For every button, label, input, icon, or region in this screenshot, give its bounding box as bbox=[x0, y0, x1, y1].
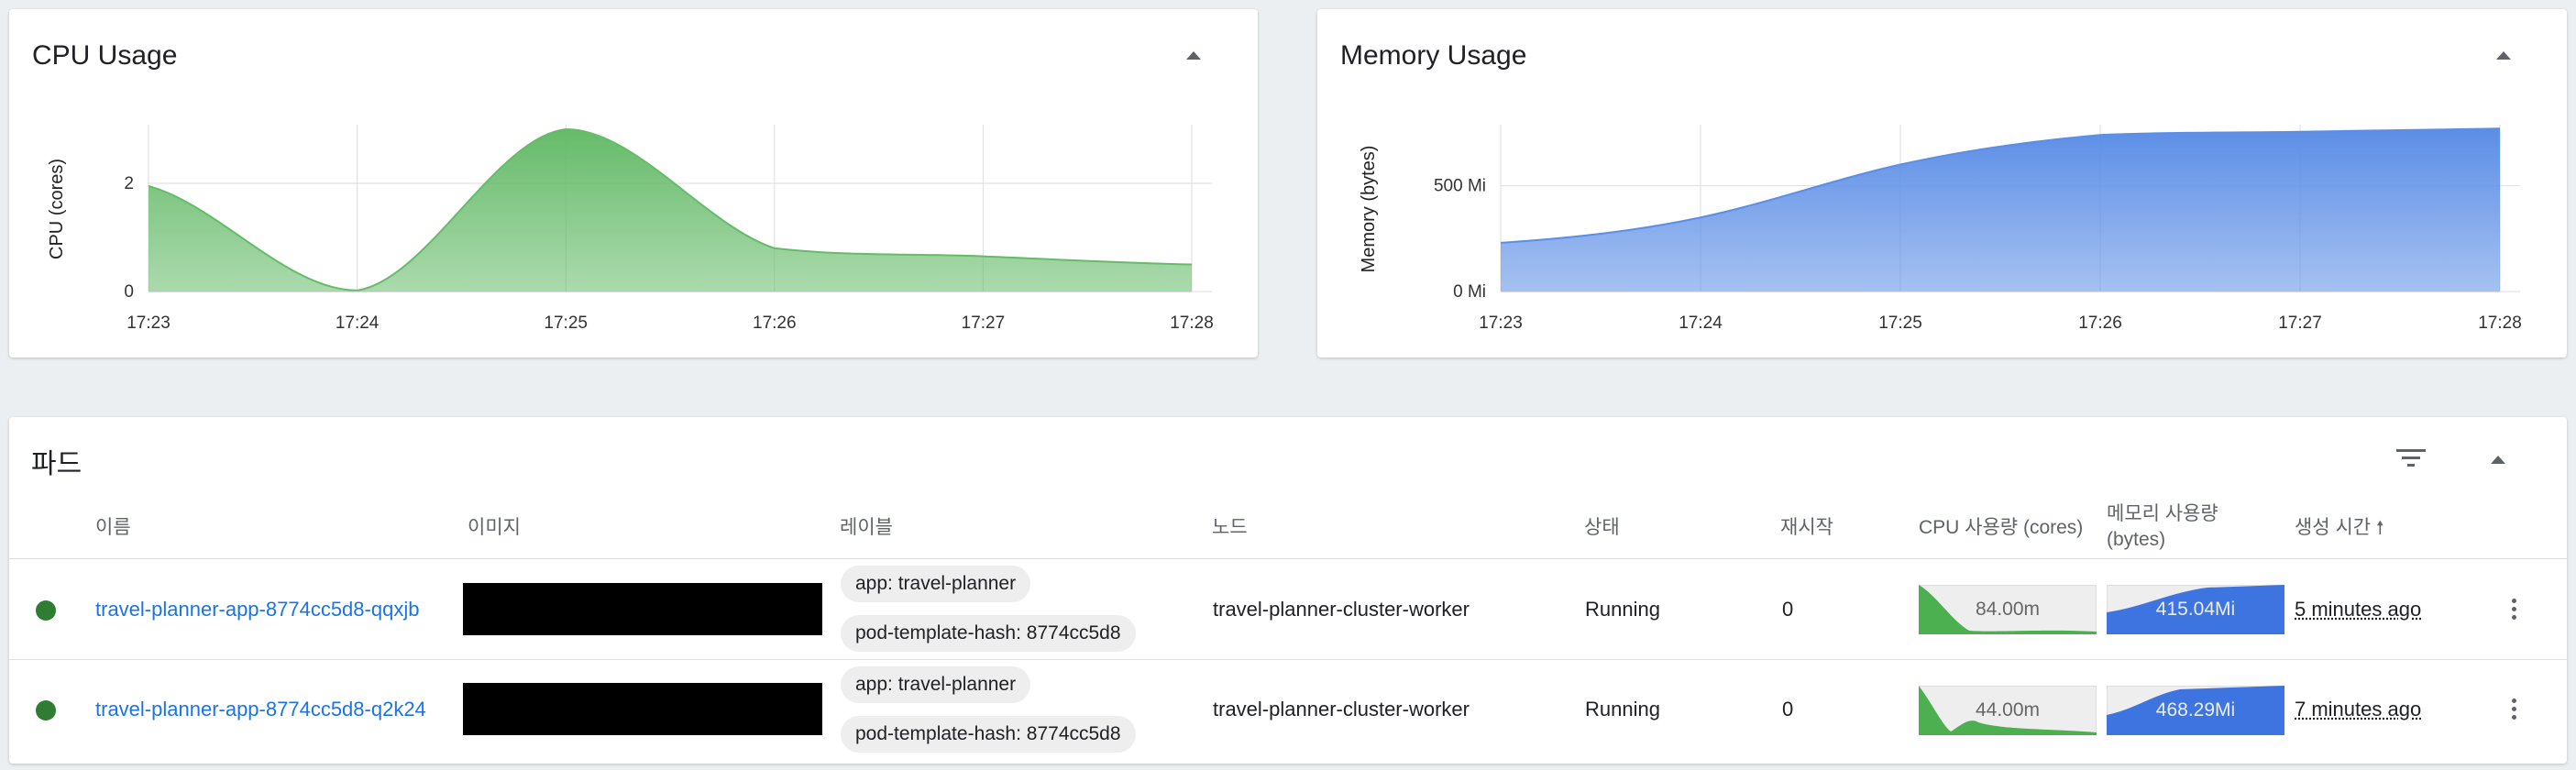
pod-status: Running bbox=[1585, 598, 1660, 621]
y-tick-label: 2 bbox=[124, 174, 134, 193]
cpu-sparkline: 44.00m bbox=[1918, 685, 2097, 736]
more-vert-icon[interactable] bbox=[2512, 599, 2517, 623]
label-chip: app: travel-planner bbox=[841, 566, 1031, 602]
memory-usage-card: Memory Usage 0 Mi 500 Mi 17:23 17:24 17:25 17… bbox=[1317, 9, 2567, 358]
node-name: travel-planner-cluster-worker bbox=[1213, 698, 1470, 720]
column-header-labels[interactable]: 레이블 bbox=[840, 515, 893, 541]
y-axis-label: CPU (cores) bbox=[47, 159, 67, 259]
column-header-created-label: 생성 시간 bbox=[2295, 517, 2372, 538]
column-header-image[interactable]: 이미지 bbox=[468, 515, 521, 541]
row-divider bbox=[9, 659, 2567, 660]
x-tick-label: 17:25 bbox=[544, 314, 588, 333]
pod-name-link[interactable]: travel-planner-app-8774cc5d8-qqxjb bbox=[95, 598, 419, 622]
cpu-usage-card: CPU Usage 0 2 17:23 17:24 17:25 17:26 17:27 17:… bbox=[9, 9, 1258, 358]
x-tick-label: 17:24 bbox=[1679, 314, 1723, 333]
restart-count: 0 bbox=[1782, 598, 1794, 621]
redacted-image bbox=[463, 583, 822, 635]
column-header-restarts[interactable]: 재시작 bbox=[1780, 515, 1833, 541]
label-chip: pod-template-hash: 8774cc5d8 bbox=[841, 615, 1136, 652]
pods-title: 파드 bbox=[31, 449, 83, 479]
memory-usage-value: 468.29Mi bbox=[2155, 699, 2236, 720]
y-tick-label: 0 Mi bbox=[1453, 282, 1486, 302]
creation-time: 7 minutes ago bbox=[2295, 698, 2422, 720]
x-tick-label: 17:25 bbox=[1878, 314, 1922, 333]
column-header-memory[interactable]: 메모리 사용량 (bytes) bbox=[2107, 501, 2218, 553]
cpu-usage-chart: 0 2 17:23 17:24 17:25 17:26 17:27 17:28 CPU (cor… bbox=[47, 125, 1214, 333]
restart-count: 0 bbox=[1782, 698, 1794, 720]
filter-icon[interactable] bbox=[2396, 449, 2426, 471]
x-tick-label: 17:27 bbox=[2278, 314, 2322, 333]
series-area bbox=[149, 128, 1192, 292]
x-tick-label: 17:27 bbox=[962, 314, 1006, 333]
column-header-memory-line2: (bytes) bbox=[2107, 529, 2166, 550]
y-axis-label: Memory (bytes) bbox=[1359, 146, 1379, 273]
column-header-node[interactable]: 노드 bbox=[1212, 515, 1248, 541]
x-tick-label: 17:26 bbox=[2078, 314, 2122, 333]
memory-usage-value: 415.04Mi bbox=[2155, 599, 2236, 620]
sort-arrow-up-icon[interactable]: 🠕 bbox=[2376, 518, 2384, 538]
x-tick-label: 17:28 bbox=[2478, 314, 2522, 333]
more-vert-icon[interactable] bbox=[2512, 698, 2517, 723]
x-tick-label: 17:23 bbox=[1479, 314, 1523, 333]
memory-sparkline: 415.04Mi bbox=[2106, 584, 2285, 635]
creation-time: 5 minutes ago bbox=[2295, 598, 2422, 621]
column-header-name[interactable]: 이름 bbox=[95, 515, 131, 541]
collapse-up-icon[interactable] bbox=[2491, 456, 2505, 464]
label-chip: app: travel-planner bbox=[841, 666, 1031, 703]
status-running-icon bbox=[36, 600, 56, 621]
column-header-memory-line1: 메모리 사용량 bbox=[2107, 503, 2218, 524]
status-running-icon bbox=[36, 700, 56, 720]
series-area bbox=[1501, 128, 2500, 292]
y-tick-label: 0 bbox=[124, 282, 134, 302]
header-divider bbox=[9, 558, 2567, 559]
x-tick-label: 17:23 bbox=[127, 314, 171, 333]
column-header-status[interactable]: 상태 bbox=[1584, 515, 1620, 541]
memory-sparkline: 468.29Mi bbox=[2106, 685, 2285, 736]
pod-name-link[interactable]: travel-planner-app-8774cc5d8-q2k24 bbox=[95, 698, 426, 721]
column-header-created[interactable]: 생성 시간 🠕 bbox=[2295, 515, 2384, 541]
memory-usage-chart: 0 Mi 500 Mi 17:23 17:24 17:25 17:26 17:27 17:28… bbox=[1359, 125, 2522, 333]
x-tick-label: 17:26 bbox=[753, 314, 797, 333]
x-tick-label: 17:28 bbox=[1170, 314, 1214, 333]
label-chip: pod-template-hash: 8774cc5d8 bbox=[841, 716, 1136, 753]
redacted-image bbox=[463, 683, 822, 735]
cpu-sparkline: 84.00m bbox=[1918, 584, 2097, 635]
node-name: travel-planner-cluster-worker bbox=[1213, 598, 1470, 621]
x-tick-label: 17:24 bbox=[336, 314, 380, 333]
y-tick-label: 500 Mi bbox=[1434, 177, 1486, 196]
column-header-cpu[interactable]: CPU 사용량 (cores) bbox=[1919, 515, 2083, 541]
pod-status: Running bbox=[1585, 698, 1660, 720]
cpu-usage-value: 44.00m bbox=[1975, 699, 2041, 720]
cpu-usage-value: 84.00m bbox=[1975, 599, 2041, 620]
